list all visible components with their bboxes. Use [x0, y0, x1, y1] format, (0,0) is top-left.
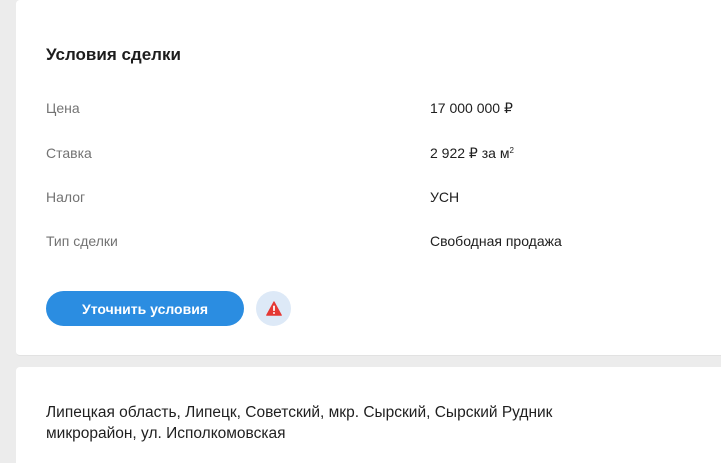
terms-row-label: Ставка	[46, 145, 92, 161]
clarify-terms-button[interactable]: Уточнить условия	[46, 291, 244, 326]
deal-terms-card: Условия сделки Цена 17 000 000 ₽ Ставка …	[16, 0, 721, 356]
deal-terms-title: Условия сделки	[46, 45, 181, 64]
terms-row-value: УСН	[430, 189, 460, 205]
warning-button[interactable]	[256, 291, 291, 326]
terms-row-value: 2 922 ₽ за м2	[430, 143, 514, 163]
page: Условия сделки Цена 17 000 000 ₽ Ставка …	[0, 0, 721, 463]
terms-row-label: Налог	[46, 189, 86, 205]
terms-row-value: 17 000 000 ₽	[430, 100, 513, 116]
terms-row-label: Тип сделки	[46, 233, 118, 249]
address-card: Липецкая область, Липецк, Советский, мкр…	[16, 367, 721, 463]
address-line: Липецкая область, Липецк, Советский, мкр…	[46, 404, 553, 421]
terms-row-value: Свободная продажа	[430, 233, 562, 249]
warning-triangle-icon	[265, 301, 282, 316]
terms-row-label: Цена	[46, 100, 80, 116]
terms-row-tax: Налог УСН	[46, 187, 721, 207]
terms-row-deal-type: Тип сделки Свободная продажа	[46, 231, 721, 251]
object-address: Липецкая область, Липецк, Советский, мкр…	[46, 402, 706, 444]
address-line: микрорайон, ул. Исполкомовская	[46, 425, 286, 442]
terms-row-price: Цена 17 000 000 ₽	[46, 98, 721, 118]
square-unit-superscript: 2	[509, 146, 514, 155]
terms-row-rate: Ставка 2 922 ₽ за м2	[46, 143, 721, 163]
rate-value-text: 2 922 ₽ за м	[430, 145, 510, 161]
